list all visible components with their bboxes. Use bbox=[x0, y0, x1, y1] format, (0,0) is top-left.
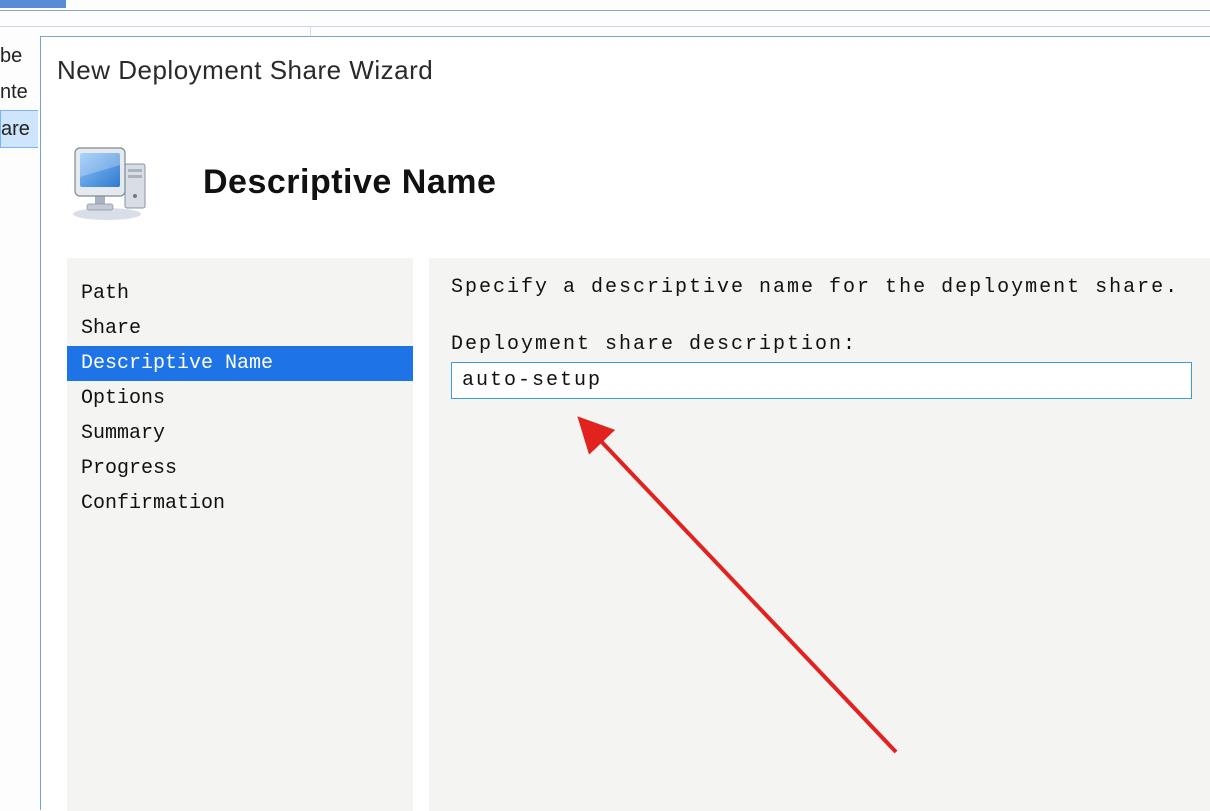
step-progress[interactable]: Progress bbox=[67, 451, 413, 486]
wizard-content: Specify a descriptive name for the deplo… bbox=[429, 258, 1210, 811]
bg-list-item: nte bbox=[0, 74, 38, 110]
background-tree-fragment: be nte are bbox=[0, 38, 38, 148]
step-descriptive-name[interactable]: Descriptive Name bbox=[67, 346, 413, 381]
wizard-header: Descriptive Name bbox=[41, 104, 1210, 258]
step-share[interactable]: Share bbox=[67, 311, 413, 346]
page-heading: Descriptive Name bbox=[203, 163, 496, 202]
computer-monitor-icon bbox=[65, 134, 161, 230]
parent-border bbox=[0, 10, 1210, 11]
wizard-body: Path Share Descriptive Name Options Summ… bbox=[41, 258, 1210, 811]
bg-list-item-selected: are bbox=[0, 110, 38, 148]
wizard-steps: Path Share Descriptive Name Options Summ… bbox=[67, 258, 413, 811]
parent-divider bbox=[310, 26, 311, 36]
instruction-text: Specify a descriptive name for the deplo… bbox=[451, 276, 1192, 299]
wizard-dialog: New Deployment Share Wizard bbox=[40, 36, 1210, 810]
step-options[interactable]: Options bbox=[67, 381, 413, 416]
description-label: Deployment share description: bbox=[451, 333, 1192, 356]
parent-titlebar-fragment bbox=[0, 0, 66, 8]
step-path[interactable]: Path bbox=[67, 276, 413, 311]
step-summary[interactable]: Summary bbox=[67, 416, 413, 451]
step-confirmation[interactable]: Confirmation bbox=[67, 486, 413, 521]
parent-toolbar-border bbox=[0, 26, 1210, 27]
background-window: be nte are New Deployment Share Wizard bbox=[0, 0, 1210, 810]
description-input[interactable] bbox=[451, 362, 1192, 399]
bg-list-item: be bbox=[0, 38, 38, 74]
wizard-title: New Deployment Share Wizard bbox=[41, 37, 1210, 104]
